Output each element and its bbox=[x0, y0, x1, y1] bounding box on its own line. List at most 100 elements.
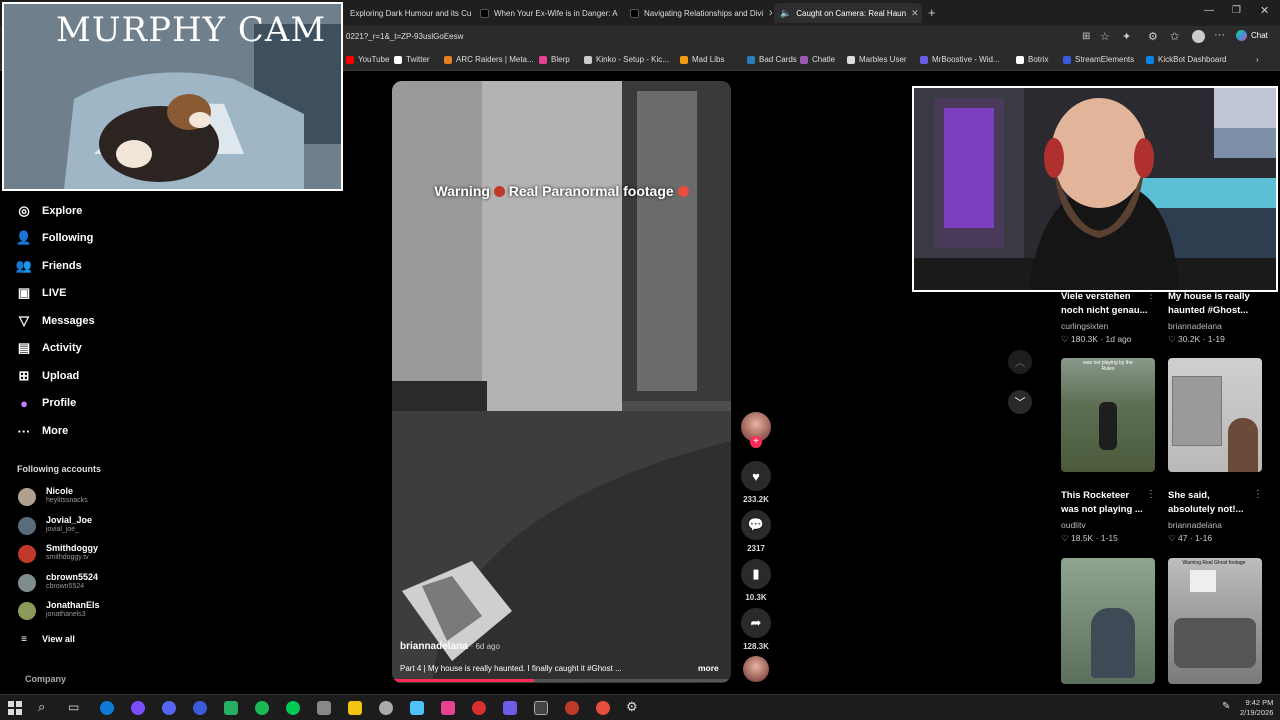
app-icon[interactable] bbox=[317, 701, 331, 715]
grid-card-thumbnail[interactable]: Warning Real Ghost footage bbox=[1168, 558, 1262, 684]
sidebar-item-following[interactable]: 👤 Following bbox=[16, 228, 93, 248]
app-icon[interactable] bbox=[565, 701, 579, 715]
pen-icon[interactable]: ✎ bbox=[1222, 701, 1230, 712]
view-all-link[interactable]: ≡ View all bbox=[16, 629, 75, 649]
app-icon[interactable] bbox=[379, 701, 393, 715]
folder-icon[interactable] bbox=[348, 701, 362, 715]
bookmark-item[interactable]: Chatle bbox=[800, 55, 835, 64]
grid-card-thumbnail[interactable] bbox=[1168, 358, 1262, 472]
bookmark-item[interactable]: MrBoostive - Wid... bbox=[920, 55, 1000, 64]
app-icon[interactable] bbox=[596, 701, 610, 715]
browser-tab[interactable]: Navigating Relationships and Divi ✕ bbox=[624, 3, 772, 23]
comment-button[interactable]: 💬 2317 bbox=[740, 510, 772, 553]
discord-icon[interactable] bbox=[162, 701, 176, 715]
grid-card-user[interactable]: oudlitv bbox=[1061, 520, 1086, 530]
more-button[interactable]: more bbox=[698, 663, 719, 673]
bookmark-item[interactable]: Botrix bbox=[1016, 55, 1048, 64]
person-add-icon: 👤 bbox=[15, 230, 33, 245]
card-menu-icon[interactable]: ⋮ bbox=[1146, 489, 1156, 500]
settings-icon[interactable]: ⚙ bbox=[1148, 30, 1158, 43]
grid-card-title[interactable]: Viele verstehen noch nicht genau... bbox=[1061, 290, 1149, 318]
bookmark-item[interactable]: Bad Cards bbox=[747, 55, 797, 64]
grid-card-title[interactable]: My house is really haunted #Ghost... bbox=[1168, 290, 1256, 318]
sidebar-item-live[interactable]: ▣ LIVE bbox=[16, 283, 67, 303]
bookmark-item[interactable]: Twitter bbox=[394, 55, 430, 64]
sidebar-item-more[interactable]: ··· More bbox=[16, 421, 69, 441]
close-tab-icon[interactable]: ✕ bbox=[768, 8, 772, 19]
edge-icon[interactable] bbox=[100, 701, 114, 715]
grid-card-title[interactable]: She said, absolutely not!... bbox=[1168, 489, 1256, 517]
follow-plus-icon[interactable]: + bbox=[750, 436, 762, 448]
bookmark-favicon-icon bbox=[1063, 55, 1071, 64]
system-clock[interactable]: 9:42 PM 2/19/2026 bbox=[1240, 698, 1273, 718]
sound-avatar[interactable] bbox=[740, 656, 772, 682]
speaker-icon[interactable]: 🔈 bbox=[780, 8, 791, 19]
grid-card-user[interactable]: briannadelana bbox=[1168, 321, 1222, 331]
minimize-icon[interactable]: — bbox=[1204, 5, 1214, 16]
app-icon[interactable] bbox=[131, 701, 145, 715]
share-button[interactable]: ➦ 128.3K bbox=[740, 608, 772, 651]
terminal-icon[interactable] bbox=[534, 701, 548, 715]
apps-icon[interactable]: ⊞ bbox=[1082, 31, 1090, 42]
bookmark-item[interactable]: KickBot Dashboard bbox=[1146, 55, 1226, 64]
extension-icon[interactable]: ✦ bbox=[1122, 30, 1131, 43]
list-icon: ≡ bbox=[21, 633, 27, 645]
search-icon[interactable]: ⌕ bbox=[38, 699, 45, 715]
new-tab-icon[interactable]: + bbox=[928, 5, 936, 20]
star-icon[interactable]: ☆ bbox=[1100, 30, 1110, 43]
grid-card-title[interactable]: This Rocketeer was not playing ... bbox=[1061, 489, 1149, 517]
browser-tab[interactable]: Exploring Dark Humour and its Cu✕ bbox=[344, 3, 472, 23]
profile-avatar[interactable] bbox=[1192, 30, 1205, 43]
copilot-chat-button[interactable]: Chat bbox=[1236, 30, 1268, 41]
bookmark-item[interactable]: YouTube bbox=[346, 55, 389, 64]
bookmark-item[interactable]: StreamElements bbox=[1063, 55, 1134, 64]
grid-card-user[interactable]: curlingsixten bbox=[1061, 321, 1108, 331]
bookmark-item[interactable]: Kinko - Setup - Kic... bbox=[584, 55, 669, 64]
settings-gear-icon[interactable]: ⚙ bbox=[626, 699, 638, 715]
app-icon[interactable] bbox=[441, 701, 455, 715]
bookmark-item[interactable]: Blerp bbox=[539, 55, 570, 64]
sidebar-item-explore[interactable]: ◎ Explore bbox=[16, 201, 82, 221]
bookmark-item[interactable]: Mad Libs bbox=[680, 55, 724, 64]
close-window-icon[interactable]: ✕ bbox=[1260, 4, 1269, 17]
app-icon[interactable] bbox=[286, 701, 300, 715]
company-link[interactable]: Company bbox=[25, 674, 66, 684]
wall-frame bbox=[1190, 570, 1216, 592]
spotify-icon[interactable] bbox=[255, 701, 269, 715]
maximize-icon[interactable]: ❐ bbox=[1232, 5, 1241, 16]
save-button[interactable]: ▮ 10.3K bbox=[740, 559, 772, 602]
video-author[interactable]: briannadelana · 6d ago bbox=[400, 641, 500, 652]
url-field[interactable]: 0221?_r=1&_t=ZP-93uslGoEesw bbox=[346, 32, 463, 41]
grid-card-thumbnail[interactable]: was not playing by the Rules bbox=[1061, 358, 1155, 472]
video-player[interactable]: Warning Real Paranormal footage briannad… bbox=[392, 81, 731, 683]
share-count: 128.3K bbox=[743, 642, 769, 651]
windows-start-icon[interactable] bbox=[8, 701, 22, 715]
bookmark-item[interactable]: ARC Raiders | Meta... bbox=[444, 55, 534, 64]
bookmark-item[interactable]: Marbles User bbox=[847, 55, 907, 64]
favorites-icon[interactable]: ✩ bbox=[1170, 30, 1179, 43]
sidebar-item-messages[interactable]: ▽ Messages bbox=[16, 311, 95, 331]
sidebar-item-profile[interactable]: ● Profile bbox=[16, 393, 76, 413]
grid-card-thumbnail[interactable] bbox=[1061, 558, 1155, 684]
like-button[interactable]: ♥ 233.2K bbox=[740, 461, 772, 504]
app-icon[interactable] bbox=[224, 701, 238, 715]
menu-dots-icon[interactable]: ··· bbox=[1214, 29, 1225, 41]
close-tab-icon[interactable]: ✕ bbox=[911, 8, 919, 19]
sidebar-item-upload[interactable]: ⊞ Upload bbox=[16, 366, 80, 386]
previous-video-button[interactable]: ︿ bbox=[1008, 350, 1032, 374]
browser-tab-active[interactable]: 🔈 Caught on Camera: Real Haun ✕ bbox=[774, 3, 922, 23]
sidebar-item-activity[interactable]: ▤ Activity bbox=[16, 338, 82, 358]
video-progress-track[interactable] bbox=[392, 679, 731, 682]
app-icon[interactable] bbox=[410, 701, 424, 715]
bookmarks-overflow-icon[interactable]: › bbox=[1256, 55, 1259, 64]
app-icon[interactable] bbox=[472, 701, 486, 715]
app-icon[interactable] bbox=[503, 701, 517, 715]
next-video-button[interactable]: ﹀ bbox=[1008, 390, 1032, 414]
creator-avatar[interactable]: + bbox=[740, 412, 772, 448]
task-view-icon[interactable]: ▭ bbox=[68, 700, 79, 714]
sidebar-item-friends[interactable]: 👥 Friends bbox=[16, 256, 82, 276]
app-icon[interactable] bbox=[193, 701, 207, 715]
card-menu-icon[interactable]: ⋮ bbox=[1253, 489, 1263, 500]
grid-card-user[interactable]: briannadelana bbox=[1168, 520, 1222, 530]
browser-tab[interactable]: When Your Ex-Wife is in Danger: A✕ bbox=[474, 3, 622, 23]
